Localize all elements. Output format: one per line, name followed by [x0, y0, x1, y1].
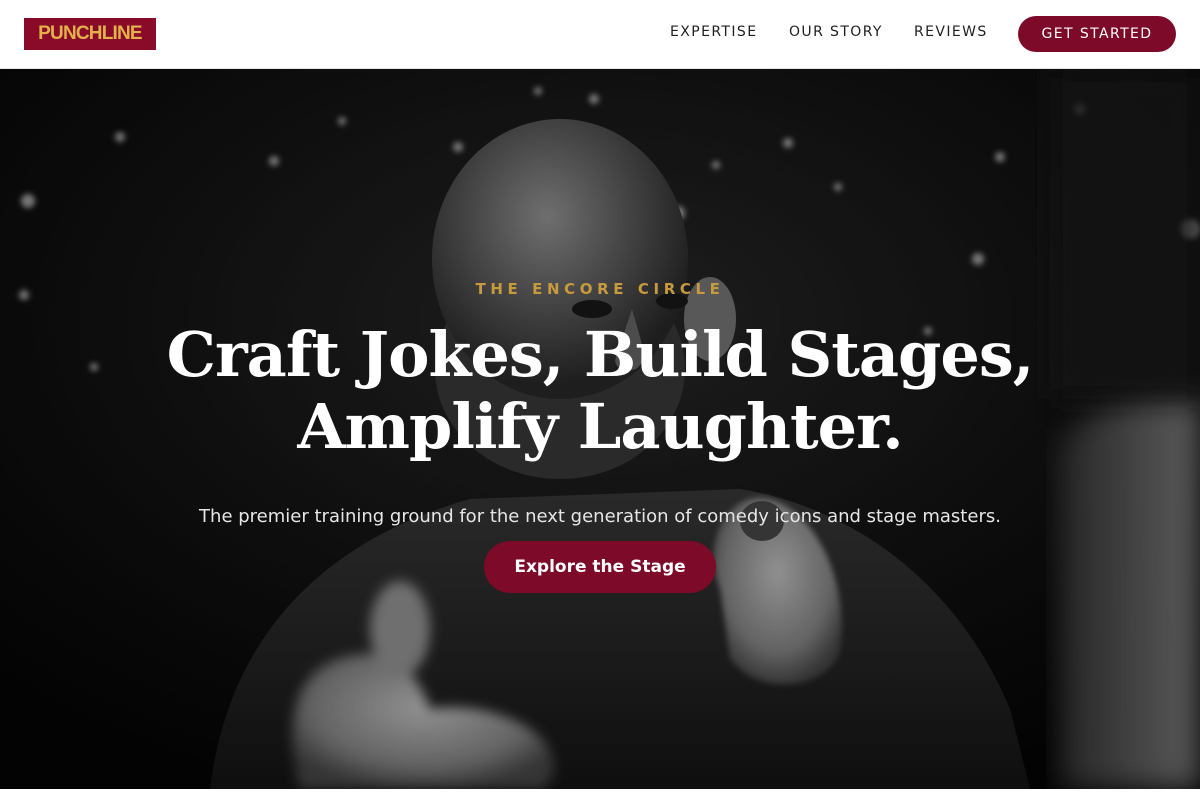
logo[interactable]: PUNCHLINE [24, 18, 156, 50]
page-bottom-strip [0, 789, 1200, 800]
nav-link-our-story[interactable]: OUR STORY [789, 24, 883, 40]
nav-link-expertise[interactable]: EXPERTISE [670, 24, 757, 40]
hero-headline-line-1: Craft Jokes, Build Stages, [166, 318, 1035, 391]
hero-headline: Craft Jokes, Build Stages, Amplify Laugh… [0, 319, 1200, 463]
explore-stage-button[interactable]: Explore the Stage [484, 541, 716, 593]
hero-eyebrow: THE ENCORE CIRCLE [475, 280, 725, 298]
hero-section: THE ENCORE CIRCLE Craft Jokes, Build Sta… [0, 69, 1200, 789]
hero-headline-line-2: Amplify Laughter. [297, 390, 903, 463]
hero-subtitle: The premier training ground for the next… [199, 506, 1001, 527]
site-header: PUNCHLINE EXPERTISE OUR STORY REVIEWS GE… [0, 0, 1200, 69]
nav-link-reviews[interactable]: REVIEWS [914, 24, 988, 40]
get-started-button[interactable]: GET STARTED [1018, 16, 1176, 52]
